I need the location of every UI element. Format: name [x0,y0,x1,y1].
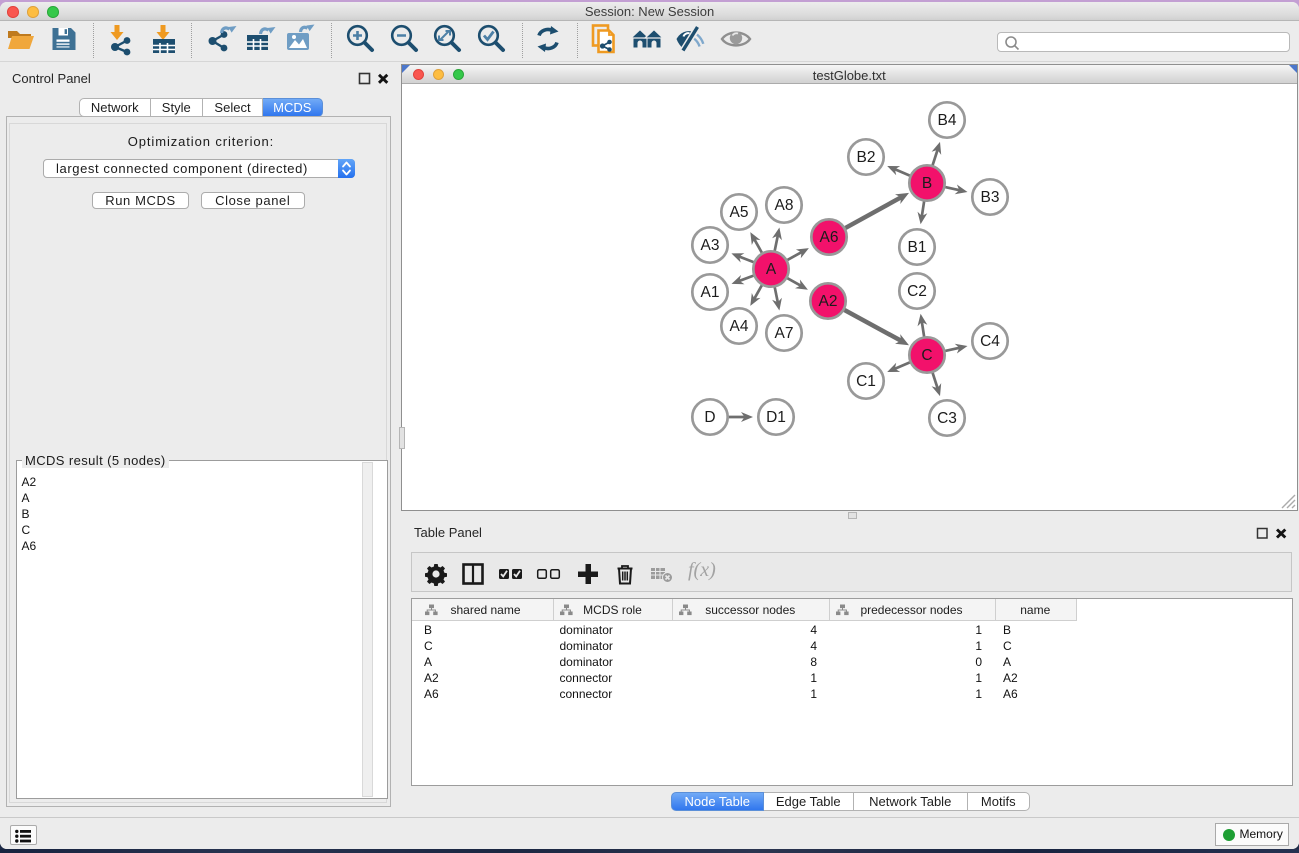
svg-text:B4: B4 [938,112,957,129]
svg-text:A5: A5 [730,204,749,221]
svg-text:C4: C4 [980,333,1000,350]
svg-text:D1: D1 [766,409,786,426]
svg-text:C: C [921,347,932,364]
svg-text:C2: C2 [907,283,927,300]
svg-text:A7: A7 [775,325,794,342]
svg-text:B2: B2 [857,149,876,166]
svg-text:A2: A2 [819,293,838,310]
svg-text:C1: C1 [856,373,876,390]
svg-text:B1: B1 [908,239,927,256]
svg-text:A1: A1 [701,284,720,301]
svg-text:A4: A4 [730,318,749,335]
svg-text:D: D [704,409,715,426]
svg-text:B: B [922,175,932,192]
svg-text:A8: A8 [775,197,794,214]
svg-text:B3: B3 [981,189,1000,206]
svg-text:A: A [766,261,777,278]
svg-text:A6: A6 [820,229,839,246]
svg-text:C3: C3 [937,410,957,427]
svg-text:A3: A3 [701,237,720,254]
